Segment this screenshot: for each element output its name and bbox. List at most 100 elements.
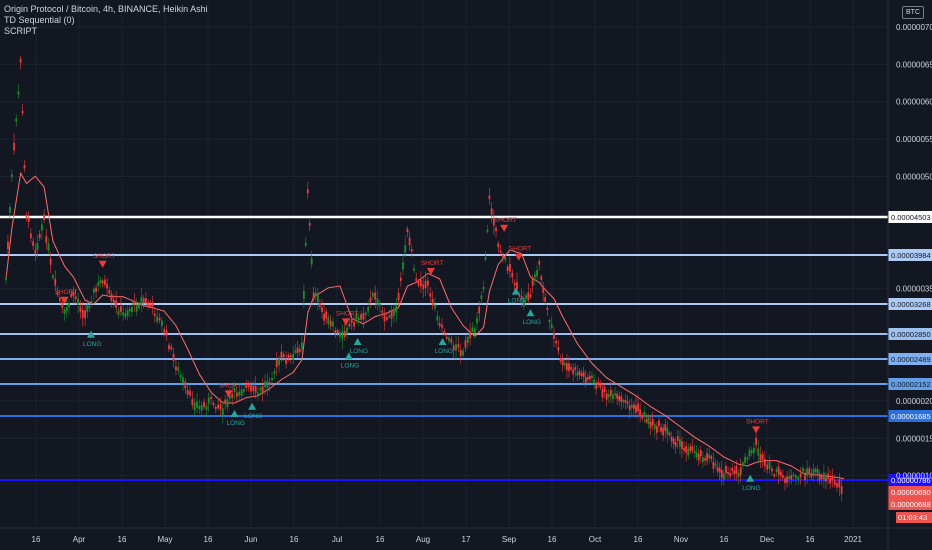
price-chart[interactable]: 0.00004503 0.00003984 0.00003268 0.00002850… <box>0 0 932 550</box>
candle-body <box>68 303 70 308</box>
candle-body <box>653 424 656 430</box>
candle-body <box>737 472 740 478</box>
candle-body <box>21 110 24 114</box>
candle-body <box>371 292 374 297</box>
candle-body <box>660 426 662 432</box>
candle-body <box>186 389 189 395</box>
candle-body <box>614 393 616 396</box>
candle-body <box>142 298 145 304</box>
candle-body <box>106 283 108 289</box>
x-tick-label: Aug <box>416 535 430 544</box>
candle-body <box>99 280 102 284</box>
chart-grid <box>0 0 888 528</box>
candle-body <box>179 375 182 378</box>
price-tag-label: 0.00000690 <box>891 488 931 497</box>
x-tick-label: 2021 <box>844 535 862 544</box>
candle-body <box>88 305 91 309</box>
candle-body <box>655 426 658 433</box>
candle-body <box>419 279 422 287</box>
candle-body <box>511 272 514 278</box>
short-signal-marker <box>514 253 523 261</box>
candle-body <box>9 206 11 213</box>
candle-body <box>827 473 829 479</box>
candle-body <box>79 306 82 312</box>
candle-body <box>544 297 547 302</box>
candle-body <box>327 317 330 324</box>
candle-body <box>473 328 476 334</box>
candle-body <box>597 382 600 385</box>
level-tag-label: 0.00001685 <box>891 412 931 421</box>
short-signal-marker <box>500 224 509 232</box>
candle-body <box>257 392 259 396</box>
candle-body <box>563 362 566 366</box>
candle-body <box>576 372 579 376</box>
symbol-title[interactable]: Origin Protocol / Bitcoin, 4h, BINANCE, … <box>4 4 208 15</box>
candle-body <box>221 408 224 416</box>
candle-body <box>306 189 309 194</box>
candle-body <box>818 473 821 481</box>
indicator-script[interactable]: SCRIPT <box>4 26 208 37</box>
candle-body <box>605 393 608 400</box>
candle-body <box>647 417 650 424</box>
x-tick-label: Dec <box>760 535 774 544</box>
candle-body <box>273 370 276 374</box>
long-signal-label: LONG <box>522 319 540 326</box>
candle-body <box>160 320 163 327</box>
candle-body <box>177 367 180 371</box>
candle-body <box>572 369 575 375</box>
candle-body <box>814 468 817 472</box>
y-tick-label: 0.00000100 <box>896 472 932 481</box>
candle-body <box>645 419 648 423</box>
candle-body <box>693 450 696 453</box>
y-tick-label: 0.00000700 <box>896 23 932 32</box>
candle-body <box>779 471 782 477</box>
candle-body <box>546 307 549 311</box>
candle-body <box>434 304 436 309</box>
candle-body <box>626 401 629 405</box>
candle-body <box>93 288 95 293</box>
candle-body <box>406 228 409 232</box>
candle-body <box>149 304 152 307</box>
level-tag-label: 0.00003268 <box>891 300 931 309</box>
candle-body <box>189 390 191 396</box>
level-tag-label: 0.00003984 <box>891 251 931 260</box>
candle-body <box>397 292 400 301</box>
candle-body <box>637 403 639 412</box>
candle-body <box>683 447 685 451</box>
short-signal-label: SHORT <box>509 246 532 253</box>
candle-body <box>624 400 627 403</box>
candle-body <box>550 323 553 329</box>
candle-body <box>685 446 688 453</box>
candle-body <box>687 448 690 456</box>
candle-body <box>422 284 425 290</box>
candle-body <box>784 478 786 483</box>
time-axis: 16 Apr 16 May 16 Jun 16 Jul 16 Aug 17 Sep 16 Oct 16 Nov… <box>0 527 932 544</box>
candle-body <box>689 446 692 452</box>
candle-body <box>131 306 133 313</box>
candle-body <box>23 164 26 169</box>
candle-body <box>124 313 127 318</box>
candle-body <box>378 303 381 306</box>
candle-body <box>339 332 341 337</box>
y-tick-label: 0.00000150 <box>896 434 932 443</box>
candle-body <box>278 359 280 366</box>
candle-body <box>812 469 815 476</box>
candle-body <box>47 243 50 251</box>
candle-body <box>712 461 715 469</box>
candle-body <box>643 411 646 417</box>
indicator-td-sequential[interactable]: TD Sequential (0) <box>4 15 208 26</box>
currency-badge[interactable]: BTC <box>902 6 924 19</box>
candle-body <box>561 359 564 366</box>
candle-body <box>497 243 500 248</box>
x-tick-label: Sep <box>502 535 517 544</box>
candle-body <box>691 446 694 451</box>
candle-body <box>254 385 257 393</box>
candle-body <box>360 314 363 320</box>
candle-body <box>733 470 736 475</box>
candle-body <box>350 318 353 323</box>
candle-body <box>145 298 147 304</box>
candle-body <box>103 279 106 285</box>
x-tick-label: 16 <box>290 535 299 544</box>
candle-body <box>593 379 595 383</box>
x-tick-label: Jul <box>332 535 342 544</box>
